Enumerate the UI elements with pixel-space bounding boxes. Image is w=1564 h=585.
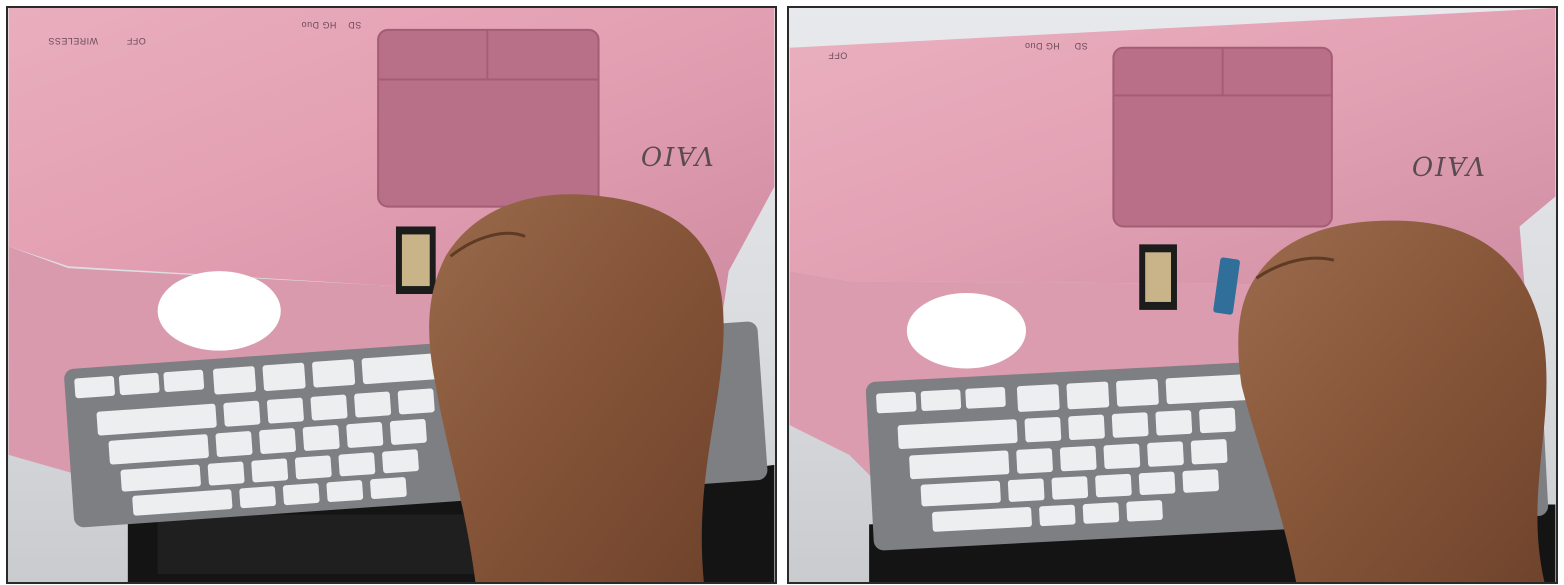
photo-left: VAIO WIRELESS OFF SD HG Duo [6, 6, 777, 584]
speaker-hole [906, 293, 1027, 369]
port-label-off: OFF [126, 36, 145, 46]
port-label-hg-duo: HG Duo [1025, 41, 1060, 51]
photo-right-illustration: VAIO OFF SD HG Duo [789, 8, 1556, 582]
hand [429, 194, 724, 582]
port-label-sd: SD [1074, 41, 1087, 51]
brand-mark: VAIO [639, 140, 714, 170]
photo-right: VAIO OFF SD HG Duo [787, 6, 1558, 584]
port-label-off: OFF [828, 51, 847, 61]
port-label-sd: SD [348, 20, 361, 30]
port-label-wireless: WIRELESS [48, 36, 98, 46]
photo-left-illustration: VAIO WIRELESS OFF SD HG Duo [8, 8, 775, 582]
brand-mark: VAIO [1410, 150, 1485, 180]
port-label-hg-duo: HG Duo [301, 20, 336, 30]
hand [1238, 220, 1547, 582]
speaker-hole [157, 271, 281, 351]
